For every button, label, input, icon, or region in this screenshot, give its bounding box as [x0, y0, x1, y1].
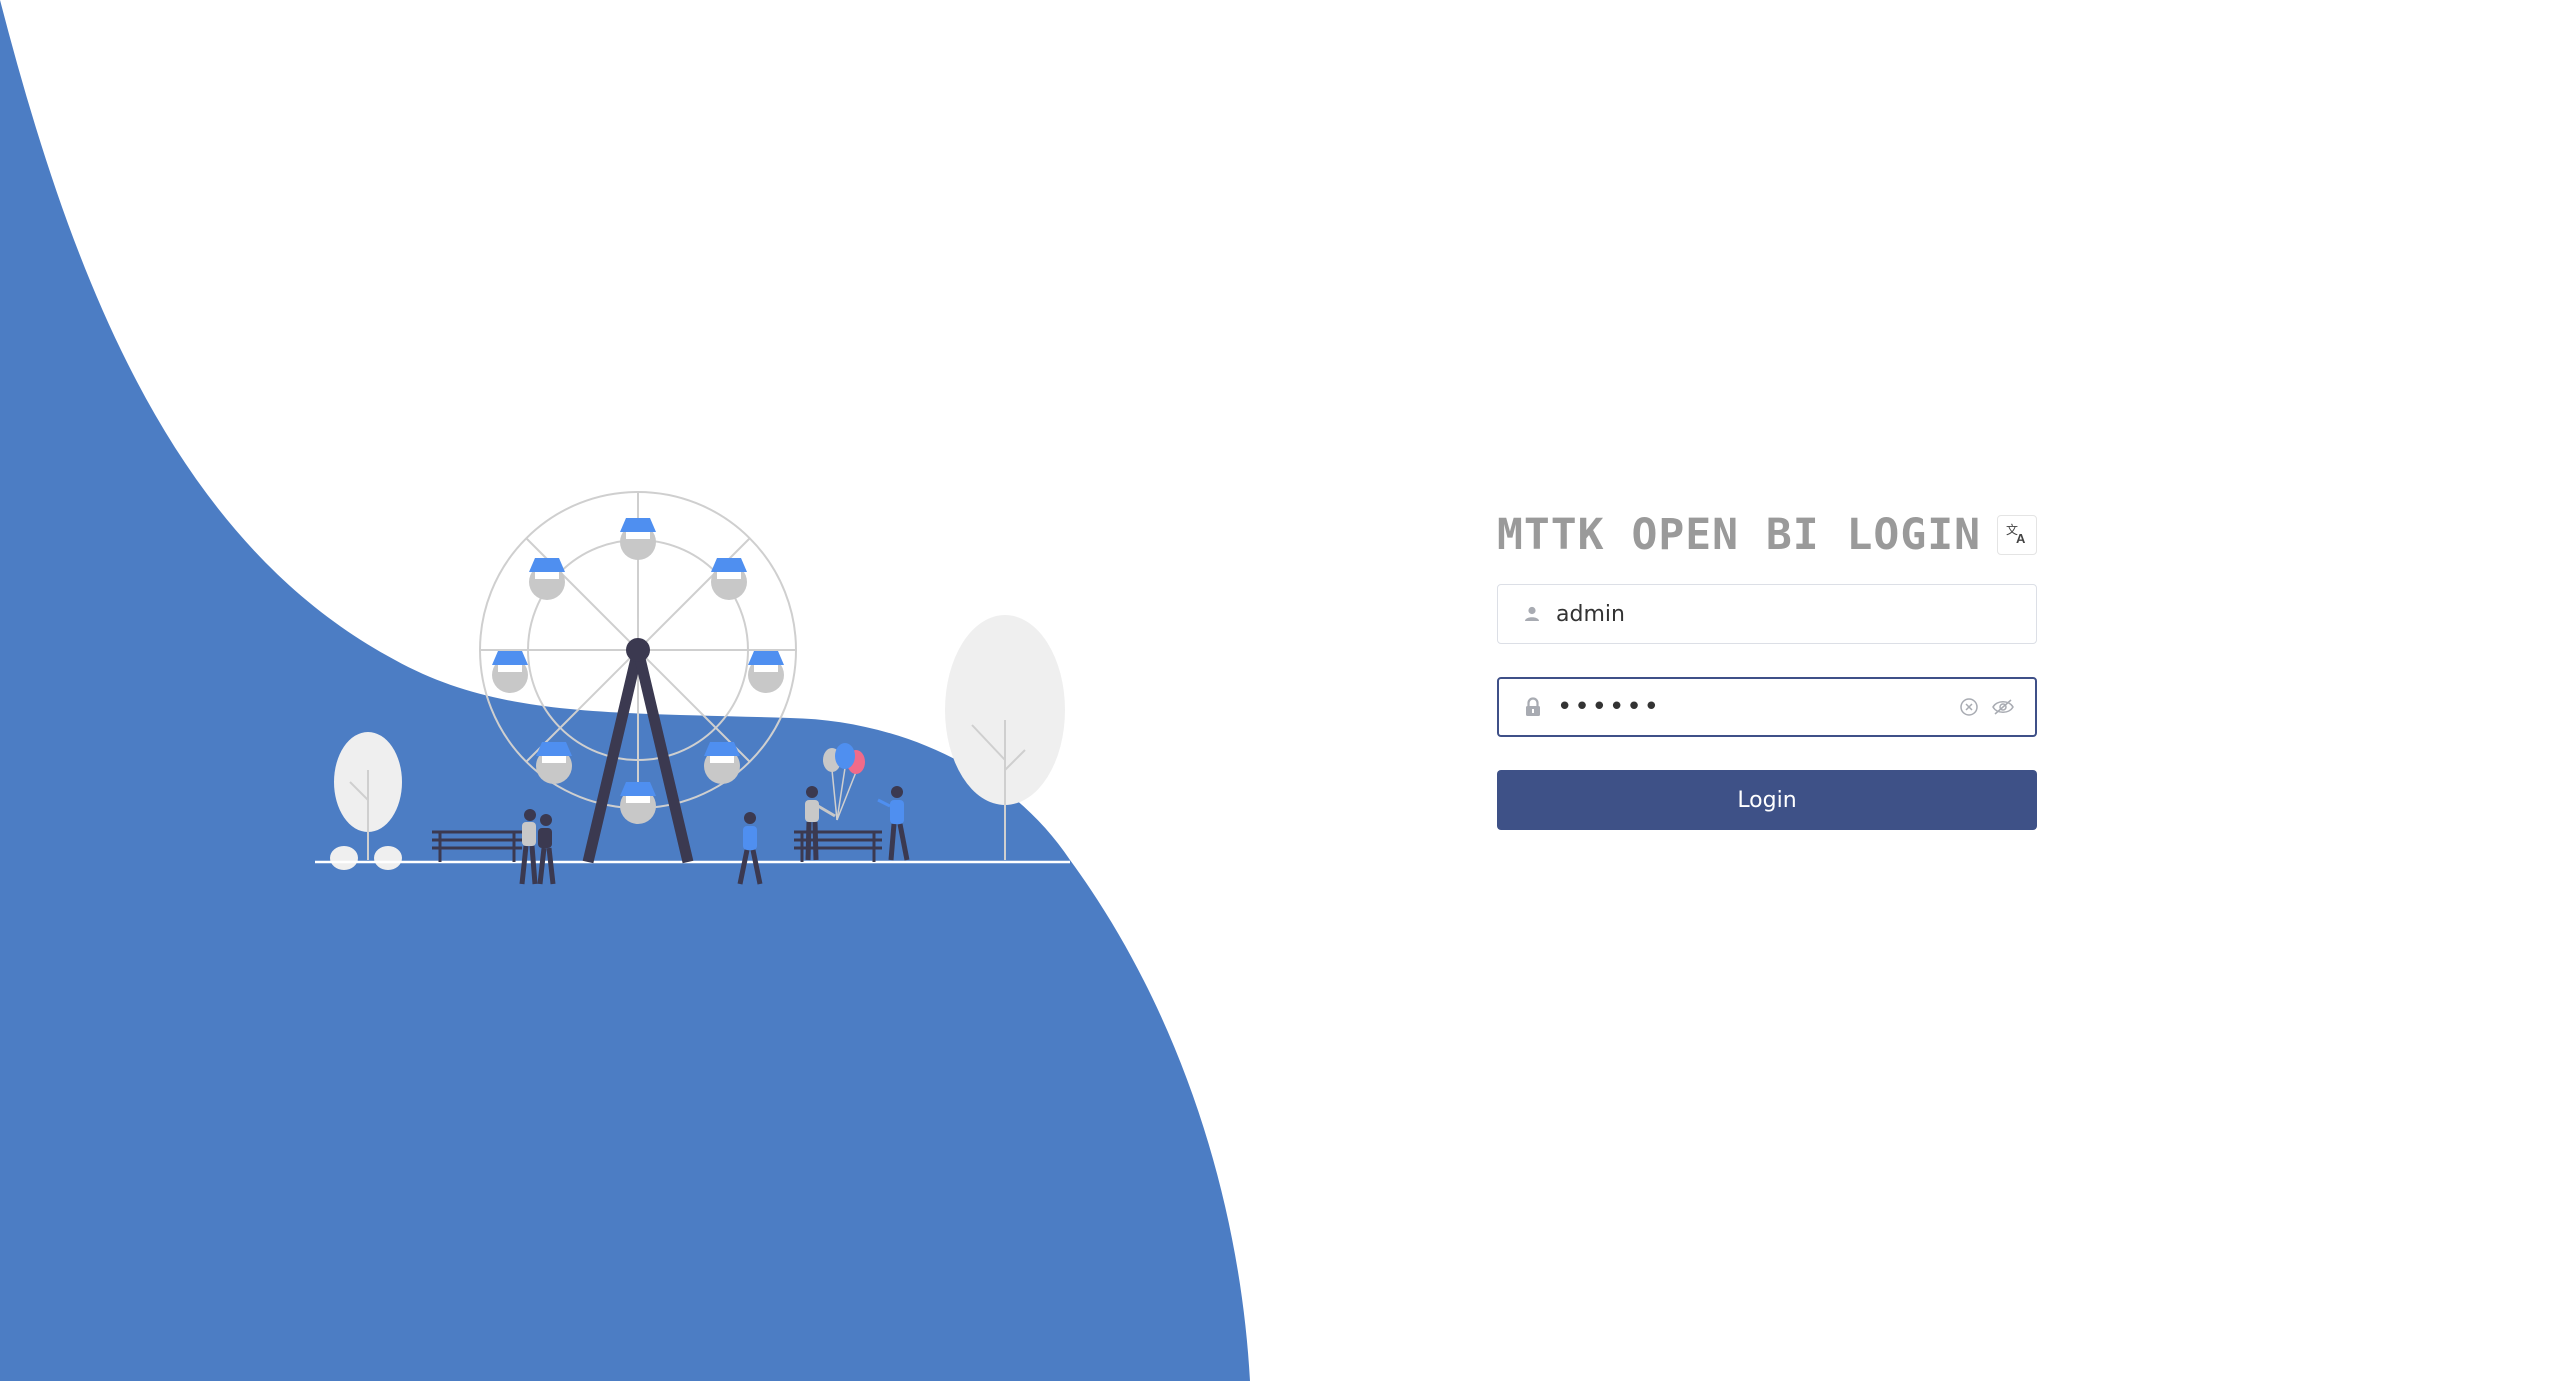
- ferris-wheel-illustration: [315, 491, 1070, 885]
- password-input[interactable]: [1557, 687, 1959, 727]
- tree-left: [330, 732, 402, 870]
- people: [519, 786, 910, 885]
- page-title: MTTK OPEN BI LOGIN: [1497, 510, 1981, 560]
- login-page: MTTK OPEN BI LOGIN 文 A admin •••••• Logi…: [0, 0, 2559, 1381]
- lock-icon: [1523, 696, 1543, 718]
- translate-icon: 文 A: [2005, 521, 2029, 550]
- clear-icon[interactable]: [1959, 697, 1979, 717]
- eye-hidden-icon[interactable]: [1991, 697, 2015, 717]
- language-switch-button[interactable]: 文 A: [1997, 515, 2037, 555]
- user-icon: [1522, 603, 1542, 625]
- username-field[interactable]: [1497, 584, 2037, 644]
- svg-text:A: A: [2016, 531, 2026, 545]
- password-field[interactable]: [1497, 677, 2037, 737]
- username-input[interactable]: [1556, 594, 2016, 634]
- password-suffix: [1959, 697, 2015, 717]
- tree-right: [945, 615, 1065, 860]
- login-form: MTTK OPEN BI LOGIN 文 A admin •••••• Logi…: [1497, 510, 2037, 830]
- login-button[interactable]: Login: [1497, 770, 2037, 830]
- title-row: MTTK OPEN BI LOGIN 文 A: [1497, 510, 2037, 560]
- bench-left: [432, 830, 522, 862]
- balloons: [823, 743, 865, 821]
- ferris-wheel: [479, 491, 797, 864]
